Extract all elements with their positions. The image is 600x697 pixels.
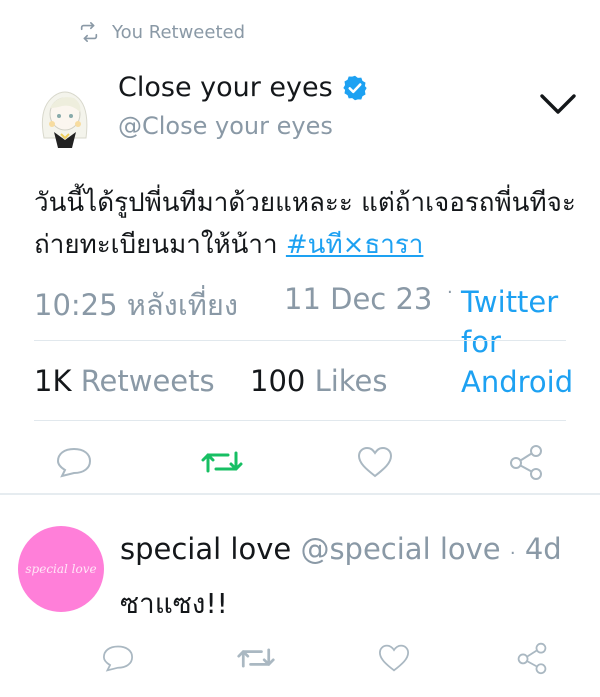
likes-number: 100 (250, 364, 306, 398)
reply-header: special love @special love · 4d (120, 532, 562, 566)
likes-label: Likes (314, 364, 388, 398)
hashtag-link[interactable]: #นที×ธารา (286, 230, 424, 260)
reply-text: ซาแซง!! (120, 587, 228, 620)
reply-author-avatar[interactable]: special love (18, 526, 104, 612)
heart-icon (357, 446, 393, 478)
retweet-context-label: You Retweeted (112, 21, 246, 43)
like-button[interactable] (353, 440, 397, 484)
avatar-text: special love (25, 562, 97, 576)
verified-badge-icon (343, 75, 367, 100)
tweet-time: 10:25 หลังเที่ยง (34, 288, 239, 322)
reply-actions (0, 638, 600, 678)
share-icon (510, 445, 542, 480)
divider (34, 420, 566, 421)
reply-author-handle[interactable]: @special love (300, 532, 500, 566)
author-handle[interactable]: @Close your eyes (118, 112, 333, 140)
share-button[interactable] (504, 440, 548, 484)
reply-like-button[interactable] (374, 638, 414, 678)
author-avatar[interactable] (28, 78, 102, 152)
tweet-text: วันนี้ได้รูปพี่นทีมาด้วยแหละะ แต่ถ้าเจอร… (34, 182, 584, 266)
reply-icon (102, 645, 134, 672)
reply-icon (56, 447, 92, 478)
retweets-count[interactable]: 1K Retweets (34, 364, 215, 398)
retweet-icon (80, 22, 98, 42)
reply-retweet-button[interactable] (236, 638, 276, 678)
divider (34, 340, 566, 341)
heart-icon (378, 644, 410, 672)
tweet-date: 11 Dec 23 (284, 282, 433, 316)
retweet-context: You Retweeted (78, 18, 245, 46)
reply-button[interactable] (52, 440, 96, 484)
likes-count[interactable]: 100 Likes (250, 364, 388, 398)
reply-author-name[interactable]: special love (120, 532, 291, 566)
author-name[interactable]: Close your eyes (118, 72, 369, 103)
tweet-actions (0, 440, 600, 484)
retweet-icon (237, 648, 275, 668)
retweets-label: Retweets (80, 364, 215, 398)
meta-separator: · (447, 282, 453, 303)
retweet-button[interactable] (200, 440, 244, 484)
reply-share-button[interactable] (512, 638, 552, 678)
reply-age: 4d (524, 532, 562, 566)
chevron-down-icon[interactable] (538, 88, 578, 118)
author-name-text: Close your eyes (118, 72, 333, 103)
tweet-source-link[interactable]: Twitter for Android (461, 282, 591, 402)
retweet-icon (201, 451, 243, 473)
reply-separator: · (509, 543, 516, 564)
retweets-number: 1K (34, 364, 72, 398)
section-divider (0, 493, 600, 495)
reply-reply-button[interactable] (98, 638, 138, 678)
share-icon (517, 642, 547, 675)
